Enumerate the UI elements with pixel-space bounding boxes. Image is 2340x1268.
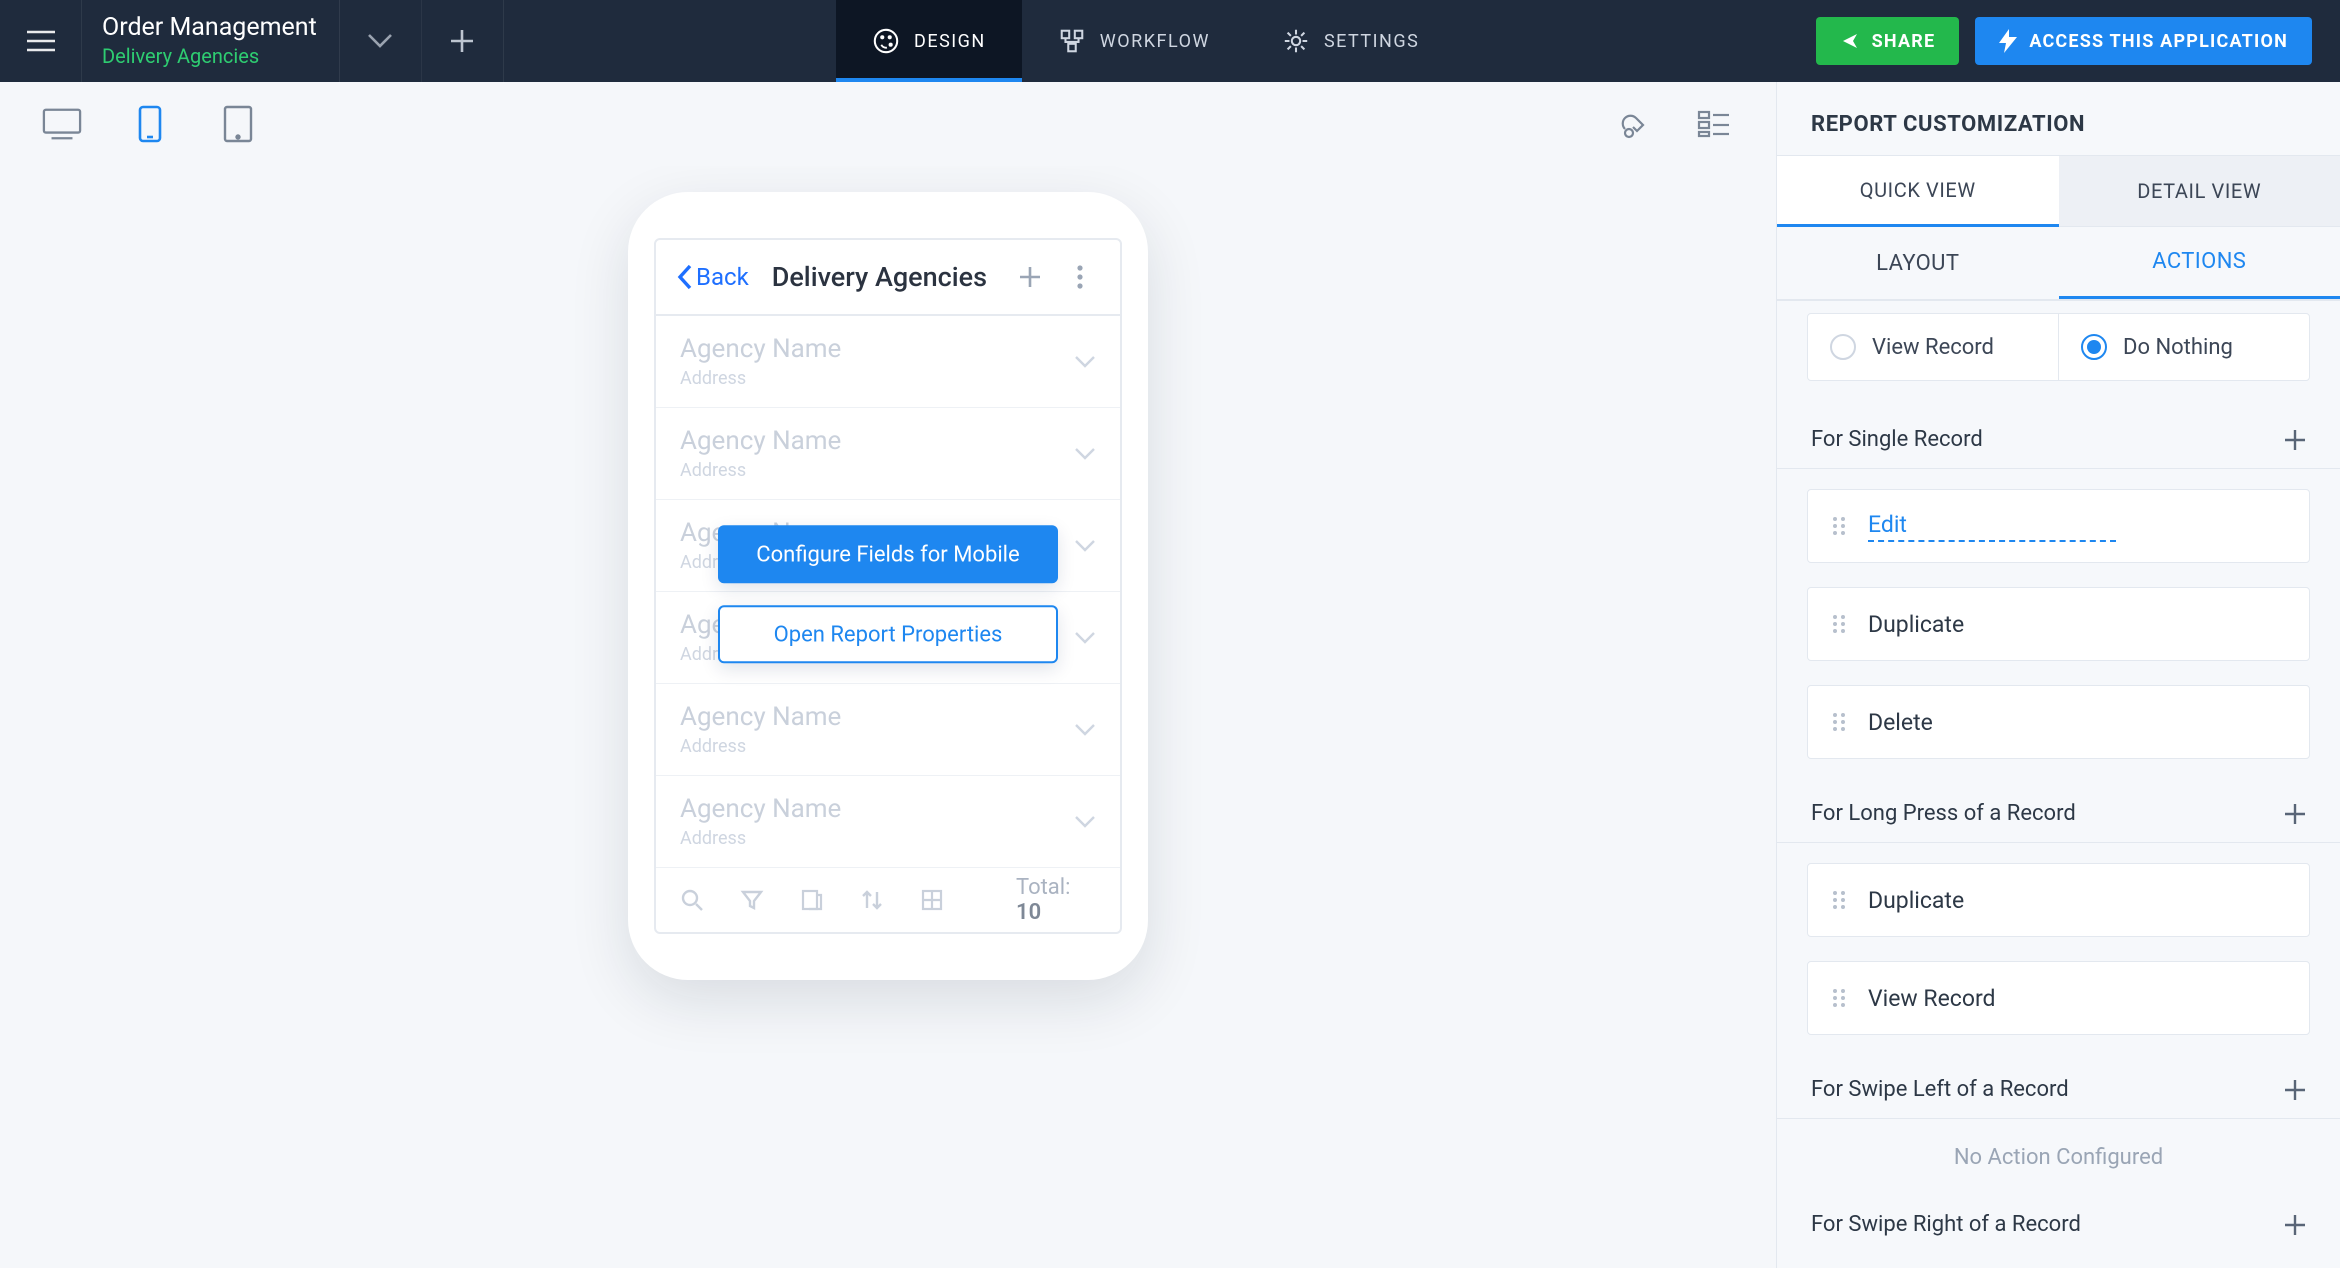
- panel-scroll[interactable]: View Record Do Nothing For Single Record…: [1777, 301, 2340, 1268]
- tab-workflow[interactable]: WORKFLOW: [1022, 0, 1246, 82]
- app-subtitle: Delivery Agencies: [102, 44, 317, 68]
- add-record-button[interactable]: [1010, 257, 1050, 297]
- action-card-duplicate-2[interactable]: Duplicate: [1807, 863, 2310, 937]
- app-switcher[interactable]: [340, 0, 422, 82]
- access-app-button[interactable]: ACCESS THIS APPLICATION: [1975, 17, 2312, 65]
- add-action-button[interactable]: [2284, 1079, 2306, 1101]
- share-button[interactable]: SHARE: [1816, 17, 1960, 65]
- list-item[interactable]: Agency NameAddress: [656, 408, 1120, 500]
- back-label: Back: [696, 263, 749, 291]
- list-item[interactable]: Agency NameAddress: [656, 776, 1120, 868]
- tap-action-radio: View Record Do Nothing: [1807, 313, 2310, 381]
- tab-design[interactable]: DESIGN: [836, 0, 1022, 82]
- bolt-icon: [1999, 29, 2017, 53]
- main-nav: DESIGN WORKFLOW SETTINGS: [836, 0, 1455, 82]
- tab-design-label: DESIGN: [914, 31, 986, 52]
- settings-icon: [1282, 27, 1310, 55]
- radio-view-record[interactable]: View Record: [1808, 314, 2058, 380]
- group-swipe-right: For Swipe Right of a Record: [1777, 1194, 2340, 1247]
- screen-header: Back Delivery Agencies: [656, 240, 1120, 316]
- new-button[interactable]: [422, 0, 504, 82]
- action-card-delete[interactable]: Delete: [1807, 685, 2310, 759]
- workflow-icon: [1058, 27, 1086, 55]
- access-label: ACCESS THIS APPLICATION: [2029, 31, 2288, 52]
- group-icon[interactable]: [800, 888, 824, 912]
- device-phone[interactable]: [130, 104, 170, 144]
- tab-settings[interactable]: SETTINGS: [1246, 0, 1455, 82]
- open-report-properties-button[interactable]: Open Report Properties: [718, 605, 1058, 663]
- more-icon[interactable]: [1060, 257, 1100, 297]
- action-card-view-record[interactable]: View Record: [1807, 961, 2310, 1035]
- list-footer: Total: 10: [656, 868, 1120, 932]
- radio-icon: [1830, 334, 1856, 360]
- app-title-block: Order Management Delivery Agencies: [82, 0, 340, 82]
- action-card-edit[interactable]: Edit: [1807, 489, 2310, 563]
- phone-mock: Back Delivery Agencies Agency NameAddres…: [628, 192, 1148, 980]
- add-action-button[interactable]: [2284, 1214, 2306, 1236]
- top-actions: SHARE ACCESS THIS APPLICATION: [1788, 0, 2340, 82]
- filter-icon[interactable]: [740, 888, 764, 912]
- app-title: Order Management: [102, 14, 317, 42]
- view-tabs: QUICK VIEW DETAIL VIEW: [1777, 155, 2340, 227]
- device-tablet[interactable]: [218, 104, 258, 144]
- group-swipe-left: For Swipe Left of a Record: [1777, 1059, 2340, 1112]
- share-icon: [1840, 31, 1860, 51]
- chevron-down-icon: [1074, 355, 1096, 369]
- sort-icon[interactable]: [860, 888, 884, 912]
- device-desktop[interactable]: [42, 104, 82, 144]
- drag-handle-icon[interactable]: [1832, 712, 1846, 732]
- drag-handle-icon[interactable]: [1832, 890, 1846, 910]
- tab-workflow-label: WORKFLOW: [1100, 31, 1210, 52]
- add-action-button[interactable]: [2284, 429, 2306, 451]
- chevron-down-icon: [1074, 447, 1096, 461]
- share-label: SHARE: [1872, 31, 1936, 52]
- stage: Back Delivery Agencies Agency NameAddres…: [0, 166, 1776, 1268]
- chevron-down-icon: [1074, 631, 1096, 645]
- list-item[interactable]: Agency NameAddress: [656, 684, 1120, 776]
- chevron-down-icon: [1074, 815, 1096, 829]
- tab-quick-view[interactable]: QUICK VIEW: [1777, 155, 2059, 227]
- tab-detail-view[interactable]: DETAIL VIEW: [2059, 155, 2340, 227]
- device-bar: [0, 82, 1776, 166]
- chevron-down-icon: [1074, 723, 1096, 737]
- list-item[interactable]: Agency NameAddress: [656, 316, 1120, 408]
- group-single-record: For Single Record: [1777, 409, 2340, 462]
- back-button[interactable]: Back: [676, 263, 749, 291]
- action-card-duplicate[interactable]: Duplicate: [1807, 587, 2310, 661]
- radio-do-nothing[interactable]: Do Nothing: [2058, 314, 2309, 380]
- workspace: Back Delivery Agencies Agency NameAddres…: [0, 82, 2340, 1268]
- chevron-left-icon: [676, 263, 694, 291]
- configure-fields-button[interactable]: Configure Fields for Mobile: [718, 525, 1058, 583]
- theme-icon[interactable]: [1614, 104, 1654, 144]
- group-long-press: For Long Press of a Record: [1777, 783, 2340, 836]
- view-icon[interactable]: [920, 888, 944, 912]
- tab-settings-label: SETTINGS: [1324, 31, 1419, 52]
- search-icon[interactable]: [680, 888, 704, 912]
- side-panel: REPORT CUSTOMIZATION QUICK VIEW DETAIL V…: [1776, 82, 2340, 1268]
- drag-handle-icon[interactable]: [1832, 614, 1846, 634]
- layout-config-icon[interactable]: [1694, 104, 1734, 144]
- radio-icon: [2081, 334, 2107, 360]
- sub-tabs: LAYOUT ACTIONS: [1777, 227, 2340, 301]
- panel-title: REPORT CUSTOMIZATION: [1777, 82, 2340, 155]
- sub-tab-actions[interactable]: ACTIONS: [2059, 227, 2340, 299]
- overlay-popover: Configure Fields for Mobile Open Report …: [718, 525, 1058, 663]
- add-action-button[interactable]: [2284, 803, 2306, 825]
- empty-actions: No Action Configured: [1777, 1139, 2340, 1194]
- drag-handle-icon[interactable]: [1832, 988, 1846, 1008]
- chevron-down-icon: [1074, 539, 1096, 553]
- top-bar: Order Management Delivery Agencies DESIG…: [0, 0, 2340, 82]
- drag-handle-icon[interactable]: [1832, 516, 1846, 536]
- canvas-area: Back Delivery Agencies Agency NameAddres…: [0, 82, 1776, 1268]
- screen-title: Delivery Agencies: [759, 261, 1000, 293]
- total-count: Total: 10: [1016, 875, 1096, 925]
- sub-tab-layout[interactable]: LAYOUT: [1777, 227, 2059, 299]
- menu-button[interactable]: [0, 0, 82, 82]
- design-icon: [872, 27, 900, 55]
